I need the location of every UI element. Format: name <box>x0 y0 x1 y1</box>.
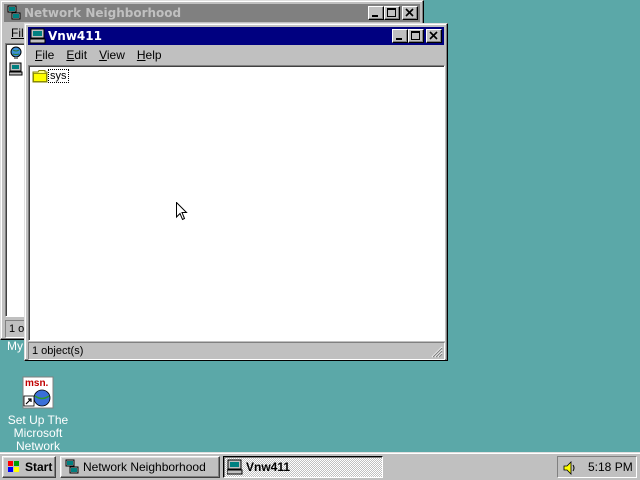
taskbar: Start Network Neighborhood Vnw411 5:18 P… <box>0 452 640 480</box>
globe-icon <box>10 46 22 59</box>
my-computer-label-fragment[interactable]: My <box>7 340 23 353</box>
minimize-button[interactable] <box>368 6 384 20</box>
task-vnw411[interactable]: Vnw411 <box>223 456 383 478</box>
menu-edit[interactable]: Edit <box>60 48 93 62</box>
task-label: Network Neighborhood <box>83 460 206 474</box>
maximize-button[interactable] <box>384 6 400 20</box>
start-button[interactable]: Start <box>2 456 56 478</box>
maximize-icon <box>411 31 420 40</box>
network-neighborhood-icon <box>7 5 21 20</box>
maximize-icon <box>387 8 396 17</box>
close-button[interactable] <box>426 29 442 43</box>
vnw411-menubar: File Edit View Help <box>29 46 168 64</box>
minimize-button[interactable] <box>392 29 408 43</box>
status-text: 1 object(s) <box>32 345 84 357</box>
item-label: sys <box>48 69 69 83</box>
vnw411-titlebar[interactable]: Vnw411 <box>28 27 444 45</box>
system-tray: 5:18 PM <box>557 456 637 478</box>
minimize-icon <box>396 38 402 40</box>
minimize-icon <box>372 15 378 17</box>
network-neighborhood-title: Network Neighborhood <box>24 6 182 20</box>
network-neighborhood-titlebar[interactable]: Network Neighborhood <box>4 4 420 22</box>
msn-shortcut-label: Set Up The Microsoft Network <box>7 413 69 453</box>
vnw411-statusbar: 1 object(s) <box>28 342 445 360</box>
maximize-button[interactable] <box>408 29 424 43</box>
menu-file[interactable]: File <box>29 48 60 62</box>
menu-view[interactable]: View <box>93 48 131 62</box>
task-label: Vnw411 <box>246 460 291 474</box>
computer-icon <box>9 62 23 76</box>
msn-desktop-shortcut[interactable]: msn. Set Up The Microsoft Network <box>4 376 72 453</box>
vnw411-window[interactable]: Vnw411 File Edit View Help sys 1 object(… <box>24 23 448 361</box>
resize-grip-icon[interactable] <box>431 346 443 358</box>
windows-logo-icon <box>8 461 19 472</box>
network-neighborhood-icon <box>65 459 79 474</box>
close-icon <box>405 8 414 17</box>
start-label: Start <box>25 460 53 474</box>
computer-icon <box>227 459 243 475</box>
clock[interactable]: 5:18 PM <box>588 460 633 474</box>
computer-icon <box>30 28 46 44</box>
mouse-cursor-icon <box>176 202 188 221</box>
list-item[interactable]: sys <box>32 68 69 84</box>
close-icon <box>429 31 438 40</box>
vnw411-title: Vnw411 <box>48 29 102 43</box>
msn-icon-text: msn. <box>25 378 49 389</box>
close-button[interactable] <box>402 6 418 20</box>
vnw411-content-area[interactable]: sys <box>28 65 445 341</box>
speaker-icon[interactable] <box>562 460 578 476</box>
menu-help[interactable]: Help <box>131 48 168 62</box>
folder-icon <box>32 70 48 83</box>
task-network-neighborhood[interactable]: Network Neighborhood <box>60 456 220 478</box>
